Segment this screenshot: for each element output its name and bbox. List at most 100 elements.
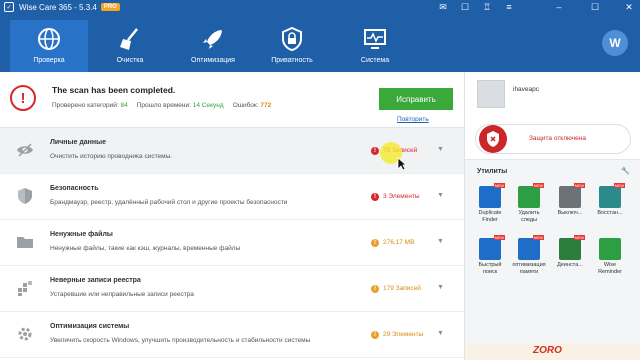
utility-wise-reminder[interactable]: Wise Reminder xyxy=(593,238,627,284)
restore-icon: NEW xyxy=(599,183,625,208)
mouse-pointer-icon xyxy=(397,157,407,171)
gear-icon xyxy=(18,327,32,341)
category-desc: Увеличить скорость Windows, улучшить про… xyxy=(50,337,311,344)
title-bar: ✓ Wise Care 365 - 5.3.4 PRO ✉ ☐ ♖ ≡ – ☐ … xyxy=(0,0,640,14)
main-nav: Проверка Очистка Оптимизация Приватность… xyxy=(0,14,640,72)
menu-icon[interactable]: ≡ xyxy=(498,0,520,14)
tab-check[interactable]: Проверка xyxy=(10,20,88,72)
chevron-down-icon[interactable]: ▼ xyxy=(437,192,444,199)
new-badge: NEW xyxy=(493,235,505,240)
utility-shutdown[interactable]: NEW Выключ... xyxy=(553,183,587,232)
avatar[interactable] xyxy=(477,80,505,108)
shirt-icon[interactable]: ♖ xyxy=(476,0,498,14)
category-row-system-optimization[interactable]: Оптимизация системы Увеличить скорость W… xyxy=(0,312,464,358)
folder-icon xyxy=(17,237,33,248)
mail-icon[interactable]: ✉ xyxy=(432,0,454,14)
warning-dot-icon: ! xyxy=(371,239,379,247)
tab-label: Система xyxy=(360,57,390,64)
tab-label: Приватность xyxy=(271,57,313,64)
minimize-icon[interactable]: – xyxy=(548,0,570,14)
memory-icon: NEW xyxy=(518,235,544,260)
username: ihaveapc xyxy=(513,86,540,93)
protection-shield-icon[interactable] xyxy=(479,125,507,153)
utility-uninstaller[interactable]: NEW Деинста... xyxy=(553,235,587,284)
promo-banner[interactable]: ZORO xyxy=(465,344,640,360)
new-badge: NEW xyxy=(613,183,625,188)
wrench-icon[interactable]: 🔧 xyxy=(621,167,630,175)
close-icon[interactable]: ✕ xyxy=(618,0,640,14)
errors-label: Ошибок: xyxy=(232,102,259,109)
category-row-registry[interactable]: Неверные записи реестра Устаревшие или н… xyxy=(0,266,464,312)
chevron-down-icon[interactable]: ▼ xyxy=(437,146,444,153)
utility-label: оптимизация памяти xyxy=(512,262,546,275)
category-row-security[interactable]: Безопасность Брандмауэр, реестр, удалённ… xyxy=(0,174,464,220)
monitor-pulse-icon xyxy=(364,29,386,49)
category-title: Личные данные xyxy=(50,139,106,146)
time-value: 14 Секунд xyxy=(192,102,224,109)
new-badge: NEW xyxy=(493,183,505,188)
new-badge: NEW xyxy=(532,183,544,188)
utility-label: Восстан... xyxy=(597,210,623,216)
registry-blocks-icon xyxy=(18,281,32,296)
utility-memory-optimizer[interactable]: NEW оптимизация памяти xyxy=(512,235,546,284)
tab-privacy[interactable]: Приватность xyxy=(253,20,331,72)
duplicate-finder-icon: NEW xyxy=(479,183,505,208)
category-title: Ненужные файлы xyxy=(50,231,113,238)
category-count[interactable]: 179 Записей xyxy=(383,285,421,292)
utility-label: Удалить следы xyxy=(518,210,540,223)
warning-icon: ! xyxy=(10,85,36,111)
new-badge: NEW xyxy=(532,235,544,240)
category-count[interactable]: 276,17 MB xyxy=(383,239,414,246)
tab-cleaner[interactable]: Очистка xyxy=(91,20,169,72)
utilities-title: Утилиты xyxy=(477,168,508,175)
category-desc: Устаревшие или неправильные записи реест… xyxy=(50,291,194,298)
category-count[interactable]: 29 Элементы xyxy=(383,331,423,338)
error-dot-icon: ! xyxy=(371,193,379,201)
protection-status[interactable]: Защита отключена xyxy=(529,135,586,142)
utility-duplicate-finder[interactable]: NEW Duplicate Finder xyxy=(473,183,507,232)
category-desc: Ненужные файлы, такие как кэш, журналы, … xyxy=(50,245,241,252)
utility-label: Быстрый поиск xyxy=(478,262,502,275)
window-title: Wise Care 365 - 5.3.4 xyxy=(19,2,97,12)
banner-text: ZORO xyxy=(533,345,562,356)
brand-logo[interactable]: W xyxy=(602,30,628,56)
utility-label: Деинста... xyxy=(557,262,583,268)
tab-system[interactable]: Система xyxy=(336,20,414,72)
warning-dot-icon: ! xyxy=(371,331,379,339)
time-label: Прошло времени: xyxy=(136,102,191,109)
utility-fast-search[interactable]: NEW Быстрый поиск xyxy=(473,235,507,284)
chevron-down-icon[interactable]: ▼ xyxy=(437,238,444,245)
app-logo-icon: ✓ xyxy=(4,2,14,12)
uninstall-icon: NEW xyxy=(559,235,585,260)
chevron-down-icon[interactable]: ▼ xyxy=(437,284,444,291)
tab-optimize[interactable]: Оптимизация xyxy=(174,20,252,72)
rescan-link[interactable]: Повторить xyxy=(397,116,429,123)
lock-shield-icon xyxy=(282,26,302,52)
utility-restore[interactable]: NEW Восстан... xyxy=(593,183,627,232)
broom-icon xyxy=(120,28,138,50)
chat-icon[interactable]: ☐ xyxy=(454,0,476,14)
utility-label: Wise Reminder xyxy=(598,262,622,275)
warning-dot-icon: ! xyxy=(371,285,379,293)
category-title: Оптимизация системы xyxy=(50,323,130,330)
eye-icon xyxy=(17,143,33,157)
utility-label: Duplicate Finder xyxy=(478,210,502,223)
eraser-icon: NEW xyxy=(518,183,544,208)
chevron-down-icon[interactable]: ▼ xyxy=(437,330,444,337)
scan-status-title: The scan has been completed. xyxy=(52,85,176,95)
utility-label: Выключ... xyxy=(557,210,583,216)
shield-icon xyxy=(18,188,32,204)
tab-label: Проверка xyxy=(33,57,65,64)
rocket-icon xyxy=(203,30,222,49)
errors-value: 772 xyxy=(260,102,272,109)
utility-erase-traces[interactable]: NEW Удалить следы xyxy=(512,183,546,232)
category-row-junk-files[interactable]: Ненужные файлы Ненужные файлы, такие как… xyxy=(0,220,464,266)
new-badge: NEW xyxy=(573,183,585,188)
category-count[interactable]: 3 Элементы xyxy=(383,193,420,200)
error-dot-icon: ! xyxy=(371,147,379,155)
category-title: Безопасность xyxy=(50,185,99,192)
profile-card: ihaveapc Защита отключена xyxy=(465,72,640,160)
maximize-icon[interactable]: ☐ xyxy=(584,0,606,14)
checked-value: 84 xyxy=(120,102,128,109)
fix-button[interactable]: Исправить xyxy=(379,88,453,110)
